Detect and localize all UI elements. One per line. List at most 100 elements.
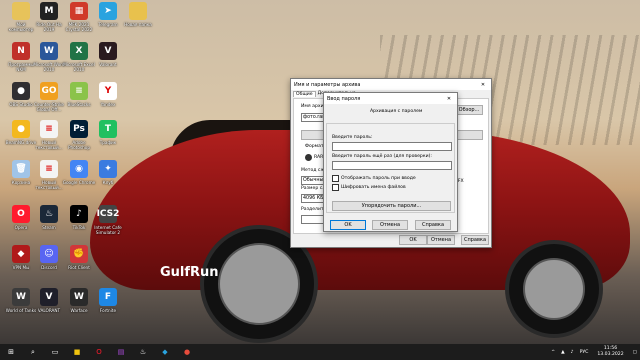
desktop-icon-label: Counter-Strike Global Off... <box>33 102 64 112</box>
password-cancel-button[interactable]: Отмена <box>372 220 408 230</box>
game-icon: ICS2 <box>97 205 119 223</box>
wot-icon: W <box>12 288 30 306</box>
format-rar-radio[interactable]: RAR <box>305 154 323 161</box>
system-tray: ^ ▲ ♪ РУС 11:56 13.03.2022 ▢ <box>548 344 640 360</box>
language-indicator[interactable]: РУС <box>577 350 592 355</box>
show-password-checkbox[interactable]: Отображать пароль при вводе <box>332 175 416 182</box>
vpn-icon: ◆ <box>12 245 30 263</box>
desktop-icon-label: Microsoft Word 2010 <box>33 62 65 72</box>
cube-icon: ▦ <box>70 2 88 20</box>
car-wheel-rear <box>505 240 603 338</box>
photoshop-icon: Ps <box>70 120 88 138</box>
window-title: Имя и параметры архива <box>294 81 361 88</box>
desktop-icon[interactable]: M Ride Out Ha 2019 <box>32 2 66 32</box>
taskbar: ⊞ ⌕ ▭ ■ O ▤ ♨ ◆ ● ^ ▲ ♪ РУС 11:56 13.03.… <box>0 344 640 360</box>
valorant-icon: V <box>40 288 58 306</box>
desktop-icon[interactable]: ♨ Steam <box>32 205 66 230</box>
folder-icon <box>129 2 147 20</box>
search-icon[interactable]: ⌕ <box>22 344 44 360</box>
clock-date: 13.03.2022 <box>597 352 624 357</box>
password-confirm-input[interactable] <box>332 161 452 170</box>
start-icon[interactable]: ⊞ <box>0 344 22 360</box>
archive-cancel-button[interactable]: Отмена <box>427 235 455 245</box>
desktop-icon-label: Новый текстовый... <box>35 140 63 150</box>
organize-passwords-button[interactable]: Упорядочить пароли... <box>332 201 451 211</box>
network-icon[interactable]: ▲ <box>558 350 568 355</box>
explorer-icon[interactable]: ■ <box>66 344 88 360</box>
encrypt-names-checkbox[interactable]: Шифровать имена файлов <box>332 184 406 191</box>
desktop-icon-label: Discord <box>41 265 57 270</box>
archive-ok-button[interactable]: OK <box>399 235 427 245</box>
volume-icon[interactable]: ♪ <box>568 350 577 355</box>
tiktok-icon: ♪ <box>70 205 88 223</box>
app-icon: N <box>12 42 30 60</box>
desktop-icon[interactable]: ☺ Discord <box>32 245 66 270</box>
opera-icon[interactable]: O <box>88 344 110 360</box>
password-help-button[interactable]: Справка <box>415 220 451 230</box>
clock[interactable]: 11:56 13.03.2022 <box>591 346 629 358</box>
text-file-icon: ≡ <box>40 120 58 138</box>
password-input[interactable] <box>332 142 452 151</box>
desktop-icon[interactable]: ≡ Новый текстовый... <box>32 160 66 190</box>
task-view-icon[interactable]: ▭ <box>44 344 66 360</box>
desktop-icon-label: Новая папка <box>124 22 152 27</box>
notification-icon[interactable]: ▢ <box>630 350 640 355</box>
desktop-icon-label: VALORANT <box>37 308 61 313</box>
bluestacks-icon: ≡ <box>70 82 88 100</box>
tray-chevron-icon[interactable]: ^ <box>548 350 558 355</box>
password-ok-button[interactable]: OK <box>330 220 366 230</box>
tab-general[interactable]: Общие <box>293 91 316 97</box>
password-dialog: Ввод пароля ✕ Архивация с паролем Введит… <box>323 92 458 232</box>
desktop-icon[interactable]: GO Counter-Strike Global Off... <box>32 82 66 112</box>
desktop-icon-label: Yandex <box>100 102 116 107</box>
valorant-icon: V <box>99 42 117 60</box>
winrar-icon[interactable]: ▤ <box>110 344 132 360</box>
dialog-title: Ввод пароля <box>327 95 361 102</box>
desktop-icon[interactable]: V VALORANT <box>32 288 66 313</box>
desktop-icon-label: Новый текстовый... <box>35 180 63 190</box>
app-icon[interactable]: ● <box>176 344 198 360</box>
close-icon[interactable]: ✕ <box>478 82 488 88</box>
app-icon: ✦ <box>99 160 117 178</box>
app-icon[interactable]: ◆ <box>154 344 176 360</box>
desktop-icon-label: Riot Client <box>68 265 90 270</box>
car-decal: GulfRun <box>160 265 219 280</box>
csgo-icon: GO <box>40 82 58 100</box>
desktop-icon[interactable]: W Microsoft Word 2010 <box>32 42 66 72</box>
desktop-icon[interactable]: ✦ Клуб <box>91 160 125 185</box>
desktop-icon-label: Трафик <box>99 140 117 145</box>
dialog-header: Архивация с паролем <box>370 109 423 114</box>
desktop-icon[interactable]: ✊ Riot Client <box>62 245 96 270</box>
browse-button[interactable]: Обзор... <box>455 105 483 115</box>
chrome-icon: ◉ <box>70 160 88 178</box>
opera-icon: O <box>12 205 30 223</box>
steam-icon[interactable]: ♨ <box>132 344 154 360</box>
excel-icon: X <box>70 42 88 60</box>
desktop-icon[interactable]: F Fortnite <box>91 288 125 313</box>
game-icon: M <box>40 2 58 20</box>
text-file-icon: ≡ <box>40 160 58 178</box>
desktop-icon-label: Telegram <box>98 22 118 27</box>
obs-icon: ● <box>12 82 30 100</box>
desktop-icon[interactable]: Y Yandex <box>91 82 125 107</box>
desktop-icon[interactable]: ➤ Telegram <box>91 2 125 27</box>
reenter-password-label: Введите пароль ещё раз (для проверки): <box>332 154 432 159</box>
app-icon: T <box>99 120 117 138</box>
password-dialog-titlebar: Ввод пароля ✕ <box>324 93 457 104</box>
desktop-icon-label: Valorant <box>99 62 117 67</box>
riot-icon: ✊ <box>70 245 88 263</box>
archive-window-titlebar: Имя и параметры архива ✕ <box>291 79 491 90</box>
desktop-icon-label: Internet Cafe Simulator 2 <box>94 225 122 235</box>
desktop-icon[interactable]: ≡ Новый текстовый... <box>32 120 66 150</box>
warface-icon: W <box>70 288 88 306</box>
archive-help-button[interactable]: Справка <box>461 235 489 245</box>
desktop-icon[interactable]: V Valorant <box>91 42 125 67</box>
desktop-icon-label: Клуб <box>102 180 114 185</box>
beamng-icon: ● <box>12 120 30 138</box>
close-icon[interactable]: ✕ <box>444 96 454 102</box>
desktop-icon-label: Fortnite <box>99 308 117 313</box>
desktop-icon[interactable]: T Трафик <box>91 120 125 145</box>
recycle-bin-icon: 🗑 <box>12 160 30 178</box>
desktop-icon[interactable]: ICS2 Internet Cafe Simulator 2 <box>91 205 125 235</box>
desktop-icon[interactable]: Новая папка <box>121 2 155 27</box>
